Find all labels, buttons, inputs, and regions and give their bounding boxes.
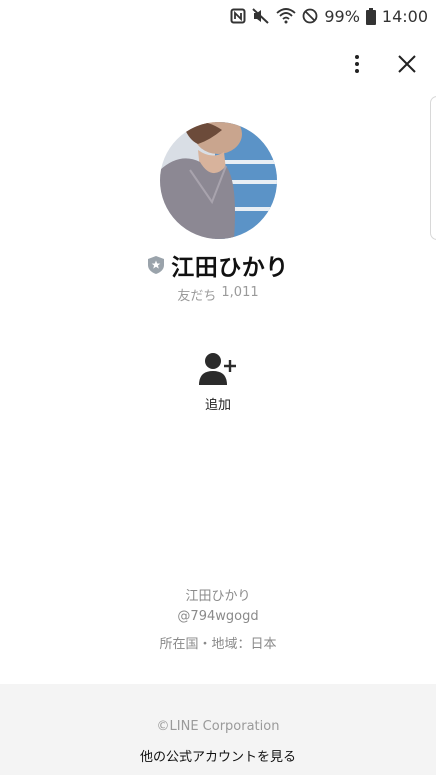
profile-name-row: 江田ひかり [0,248,436,282]
official-shield-icon [148,256,165,274]
close-button[interactable] [389,46,425,82]
copyright-text: ©LINE Corporation [156,719,280,734]
friends-count: 1,011 [221,285,259,300]
profile-name: 江田ひかり [171,255,289,281]
profile-avatar[interactable] [160,122,277,239]
info-name: 江田ひかり [185,589,251,604]
avatar-image [160,122,277,239]
more-options-button[interactable] [339,46,375,82]
status-time: 14:00 [381,6,428,26]
friends-count-row: 友だち 1,011 [0,285,436,304]
other-official-accounts-link[interactable]: 他の公式アカウントを見る [0,746,436,765]
side-drawer-handle[interactable] [430,96,436,240]
status-bar: 99% 14:00 [0,0,436,32]
info-line-id: @794wgogd [177,609,259,624]
blocked-icon [302,8,318,24]
footer: ©LINE Corporation 他の公式アカウントを見る [0,684,436,775]
close-icon [398,55,416,73]
add-friend-label: 追加 [204,398,231,413]
nfc-icon [230,8,246,24]
add-user-icon [199,353,236,385]
wifi-icon [276,8,296,24]
add-friend-button[interactable]: 追加 [188,352,248,418]
info-location: 所在国・地域：日本 [159,637,277,652]
battery-percent: 99% [324,6,360,26]
battery-icon [365,7,376,25]
more-vertical-icon [355,55,359,73]
mute-icon [252,8,270,24]
friends-label: 友だち [177,289,217,304]
